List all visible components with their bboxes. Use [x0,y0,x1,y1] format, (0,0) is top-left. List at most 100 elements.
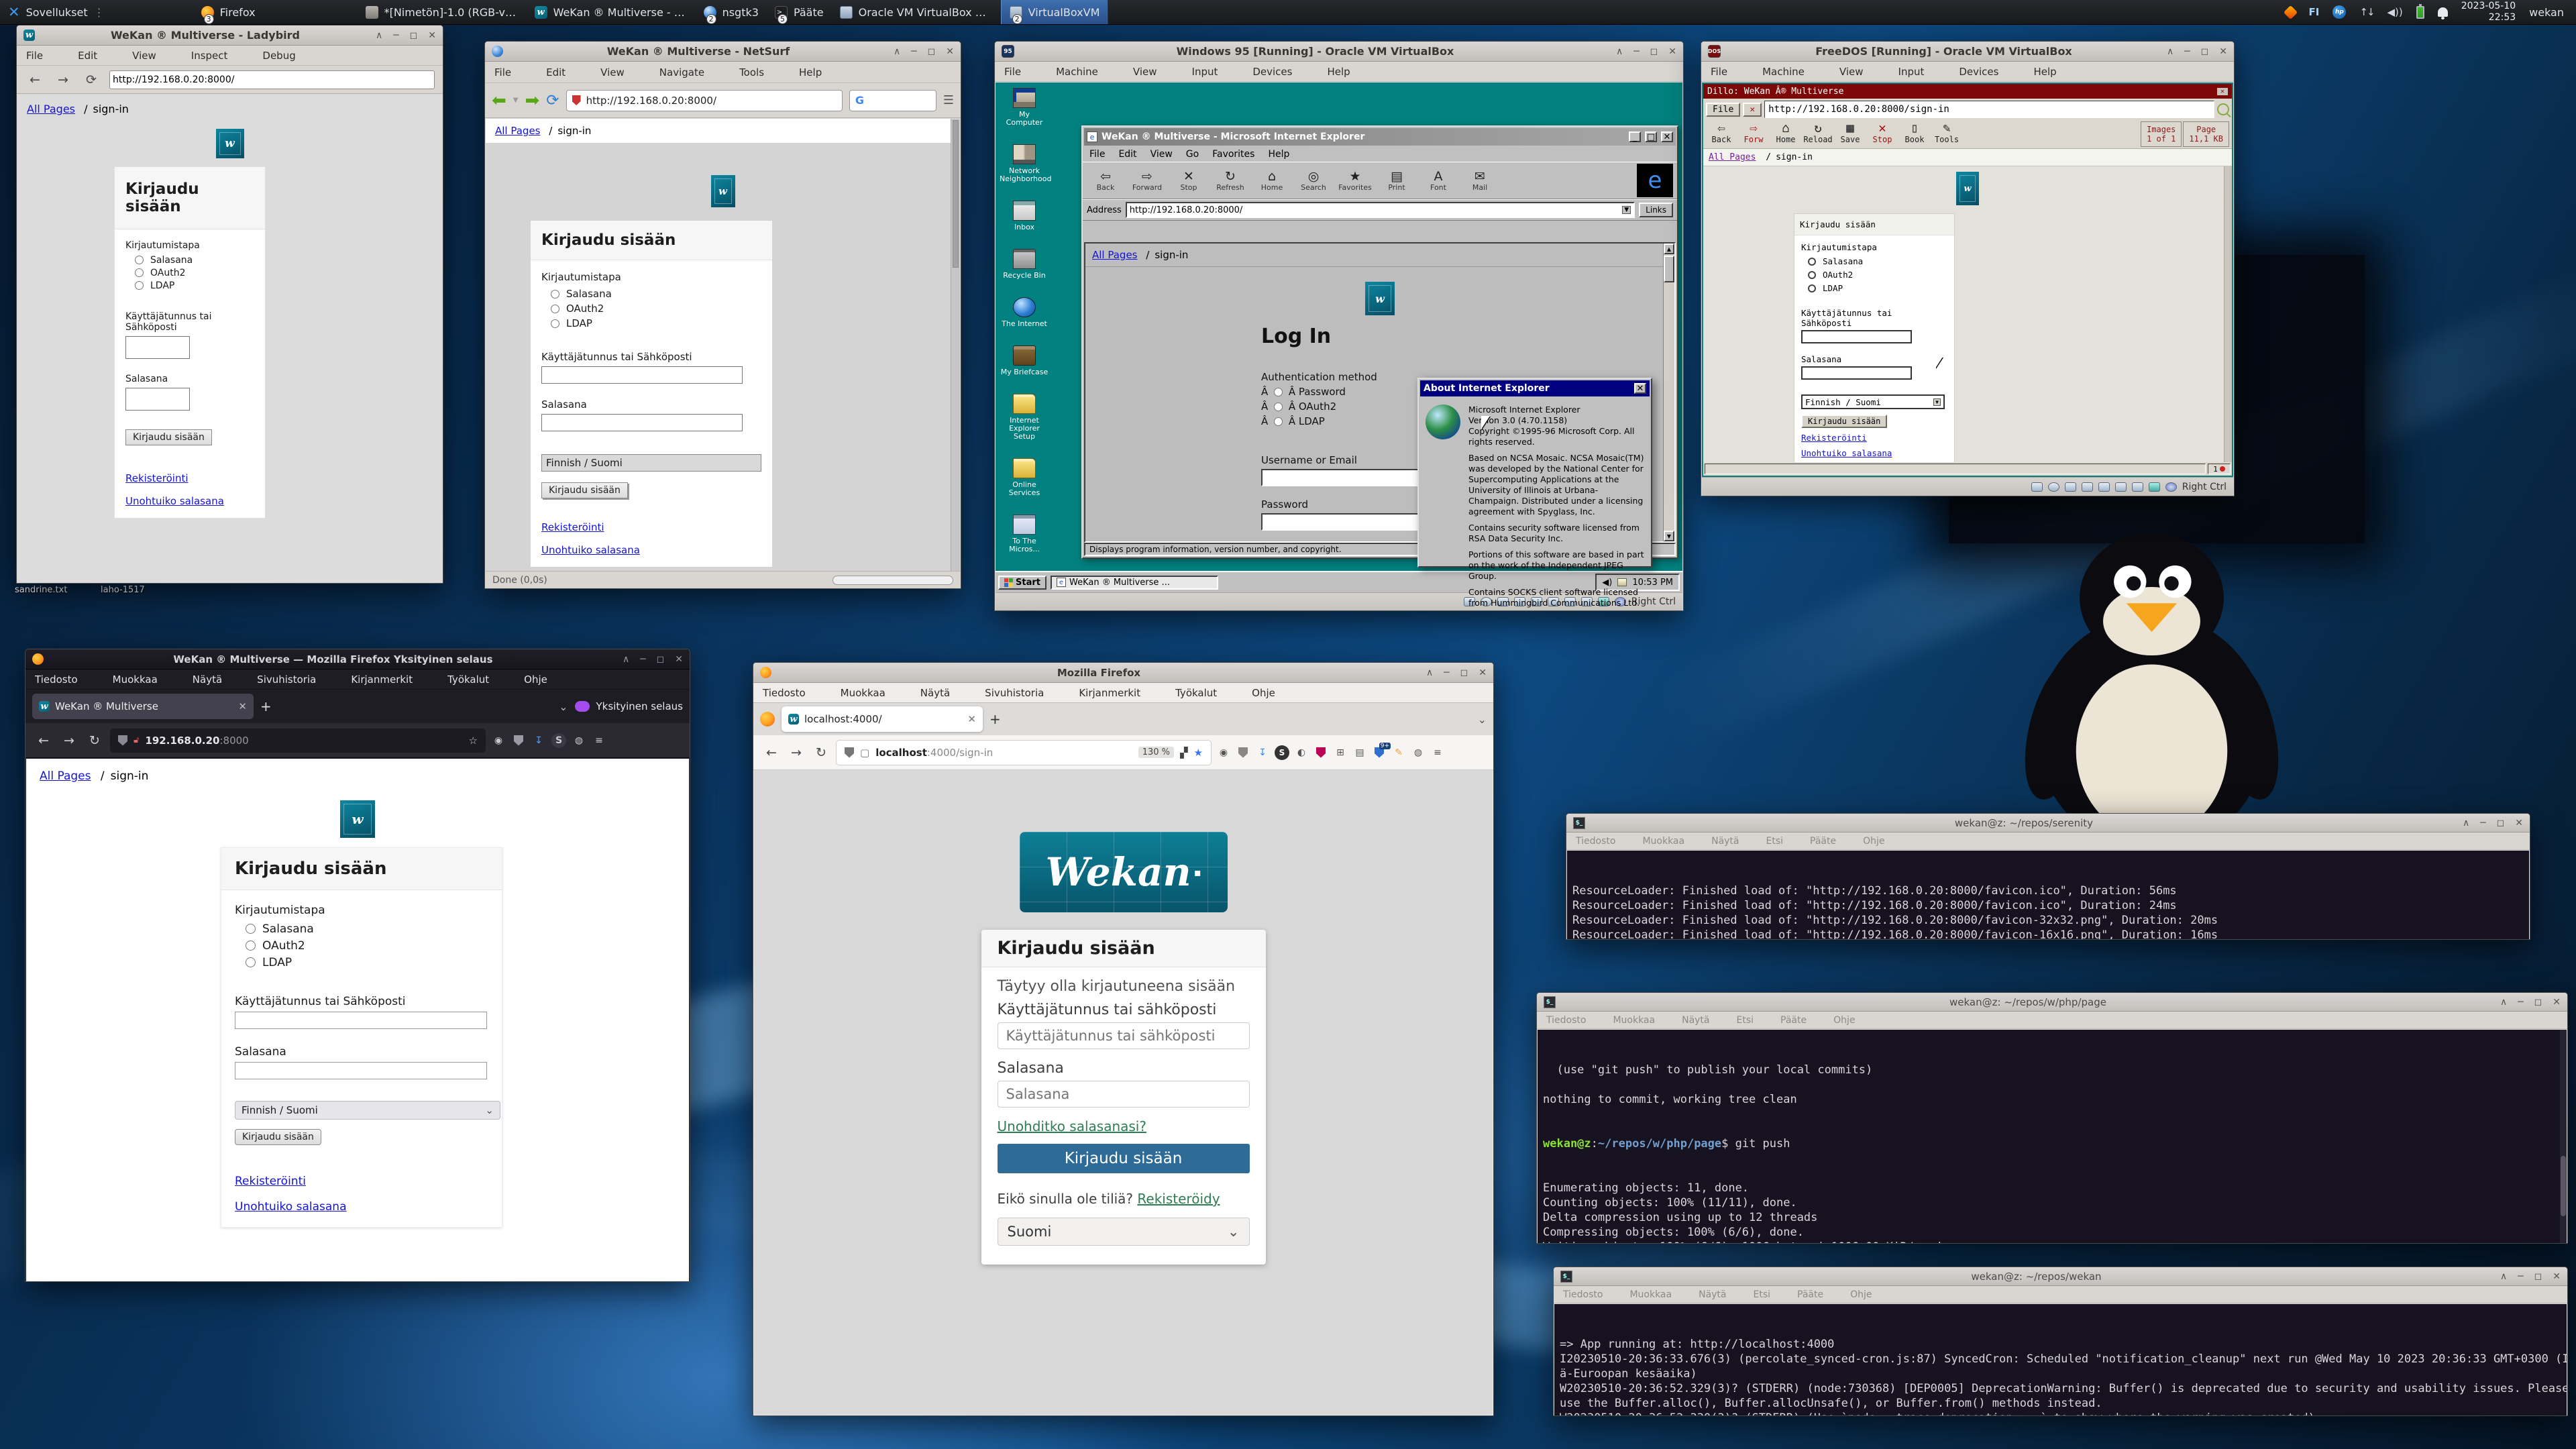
forward-button[interactable]: → [59,733,79,748]
dillo-toolbar-button[interactable]: ⇦Back [1706,121,1737,144]
shade-button[interactable]: ∧ [2463,818,2469,828]
win95-desktop-icon[interactable]: Inbox [1000,201,1049,231]
language-select[interactable]: Finnish / Suomi⌄ [235,1101,500,1120]
menu-item[interactable]: Sivuhistoria [985,687,1044,699]
minimize-button[interactable]: ─ [911,46,916,57]
new-tab-button[interactable]: + [989,711,1001,727]
recording-status-icon[interactable] [2149,482,2160,492]
menu-item[interactable]: Help [2033,66,2056,78]
extension-icon[interactable]: ◐ [1294,745,1309,760]
volume-tray-icon[interactable]: ◀)) [2387,6,2403,18]
menu-item[interactable]: View [1133,66,1157,78]
url-input[interactable]: http://192.168.0.20:8000/sign-in [1768,104,1949,115]
menu-item[interactable]: File [26,50,43,62]
password-input[interactable] [541,414,743,431]
forward-button[interactable]: ➡ [525,91,540,111]
menu-item[interactable]: Pääte [1810,836,1836,847]
minimize-button[interactable]: ─ [1444,667,1449,678]
forward-button[interactable]: → [53,72,73,87]
tab-list-chevron-icon[interactable]: ⌄ [559,700,568,713]
menu-item[interactable]: Inspect [191,50,228,62]
vue-devtools-icon[interactable]: 9+ [1372,745,1387,760]
language-select[interactable]: Finnish / Suomi [541,454,761,472]
bookmark-star-icon[interactable]: ☆ [469,735,478,747]
terminal-output[interactable]: ResourceLoader: Finished load of: "http:… [1567,851,2529,939]
forgot-password-link[interactable]: Unohtuiko salasana [541,544,640,556]
dillo-toolbar-button[interactable]: ✎Tools [1931,121,1962,144]
menu-item[interactable]: File [494,66,511,78]
menu-item[interactable]: File [1711,66,1727,78]
username-input[interactable] [541,366,743,384]
protections-icon[interactable] [511,733,526,748]
ie-toolbar-button[interactable]: ◎Search [1295,170,1332,192]
menu-item[interactable]: Kirjanmerkit [1079,687,1140,699]
minimize-button[interactable]: ─ [2518,997,2523,1008]
close-button[interactable]: ✕ [428,30,436,41]
user-menu[interactable]: wekan [2529,6,2564,19]
s-extension-icon[interactable]: S [1275,745,1289,760]
ie-toolbar-button[interactable]: ★Favorites [1336,170,1374,192]
win95-desktop-icon[interactable]: My Computer [1000,88,1049,127]
menu-item[interactable]: Go [1186,149,1199,160]
radio-button[interactable] [246,957,256,967]
dillo-titlebar[interactable]: Dillo: WeKan Â® Multiverse ✕ [1703,84,2232,99]
forward-button[interactable]: → [786,745,806,760]
menu-item[interactable]: Ohje [1850,1289,1872,1300]
menu-item[interactable]: Etsi [1754,1289,1771,1300]
vbox-titlebar[interactable]: DOS FreeDOS [Running] - Oracle VM Virtua… [1701,42,2234,62]
fingerprint-icon[interactable]: ◉ [1216,745,1231,760]
win95-desktop-icon[interactable]: Recycle Bin [1000,249,1049,280]
battery-tray-icon[interactable] [2416,6,2424,19]
minimize-button[interactable]: ─ [393,30,398,41]
reload-button[interactable]: ⟳ [81,72,101,87]
close-button[interactable]: ✕ [2553,1271,2561,1282]
radio-button[interactable] [246,924,256,934]
dillo-toolbar-button[interactable]: ⌂Home [1770,121,1801,144]
taskbar-item-virtualboxvm[interactable]: VirtualBoxVM 2 [1001,0,1109,24]
maximize-button[interactable]: ◻ [657,654,665,665]
dialog-titlebar[interactable]: About Internet Explorer ✕ [1420,380,1650,396]
register-link[interactable]: Rekisteröinti [541,521,604,533]
signin-button[interactable]: Kirjaudu sisään [998,1144,1250,1173]
ie-minimize-button[interactable]: _ [1629,131,1641,142]
menu-item[interactable]: Edit [546,66,566,78]
radio-button[interactable] [1808,258,1816,266]
forgot-password-link[interactable]: Unohditko salasanasi? [998,1118,1146,1134]
close-button[interactable]: ✕ [2219,46,2227,57]
radio-button[interactable] [551,305,559,313]
register-link[interactable]: Rekisteröinti [1801,433,1867,443]
netsurf-titlebar[interactable]: WeKan ® Multiverse - NetSurf ∧─◻✕ [485,42,961,62]
win95-desktop-icon[interactable]: My Briefcase [1000,345,1049,376]
shade-button[interactable]: ∧ [376,30,382,41]
ie-close-button[interactable]: ✕ [1661,131,1673,142]
url-text[interactable]: http://192.168.0.20:8000/ [586,95,716,107]
radio-button[interactable] [1274,417,1283,426]
signin-button[interactable]: Kirjaudu sisään [125,429,212,445]
radio-button[interactable] [551,290,559,299]
language-select[interactable]: Suomi⌄ [998,1218,1250,1246]
username-input[interactable] [1801,330,1912,343]
menu-item[interactable]: View [600,66,625,78]
forgot-password-link[interactable]: Unohtuiko salasana [235,1200,346,1214]
radio-button[interactable] [135,256,144,264]
taskbar-item-nsgtk3[interactable]: nsgtk3 2 [696,0,767,24]
dillo-close-icon[interactable]: ✕ [2217,88,2228,95]
win95-desktop-icon[interactable]: To The Micros... [1000,515,1049,553]
maximize-button[interactable]: ◻ [2201,46,2209,57]
annotate-icon[interactable]: ✎ [1391,745,1406,760]
menu-item[interactable]: Muokkaa [1629,1289,1672,1300]
menu-item[interactable]: Help [1327,66,1350,78]
maximize-button[interactable]: ◻ [410,30,418,41]
ublock-icon[interactable] [1313,745,1328,760]
menu-icon[interactable]: ≡ [592,733,606,748]
maximize-button[interactable]: ◻ [928,46,936,57]
dillo-toolbar-button[interactable]: ▦Save [1835,121,1866,144]
start-button[interactable]: Start [998,576,1046,590]
new-tab-button[interactable]: + [260,698,272,714]
ie-toolbar-button[interactable]: ↻Refresh [1212,170,1249,192]
fingerprint-icon[interactable]: ◉ [491,733,506,748]
register-link[interactable]: Rekisteröidy [1137,1191,1220,1207]
floppy-status-icon[interactable] [2065,482,2076,492]
menu-item[interactable]: Devices [1959,66,1998,78]
menu-item[interactable]: View [132,50,156,62]
